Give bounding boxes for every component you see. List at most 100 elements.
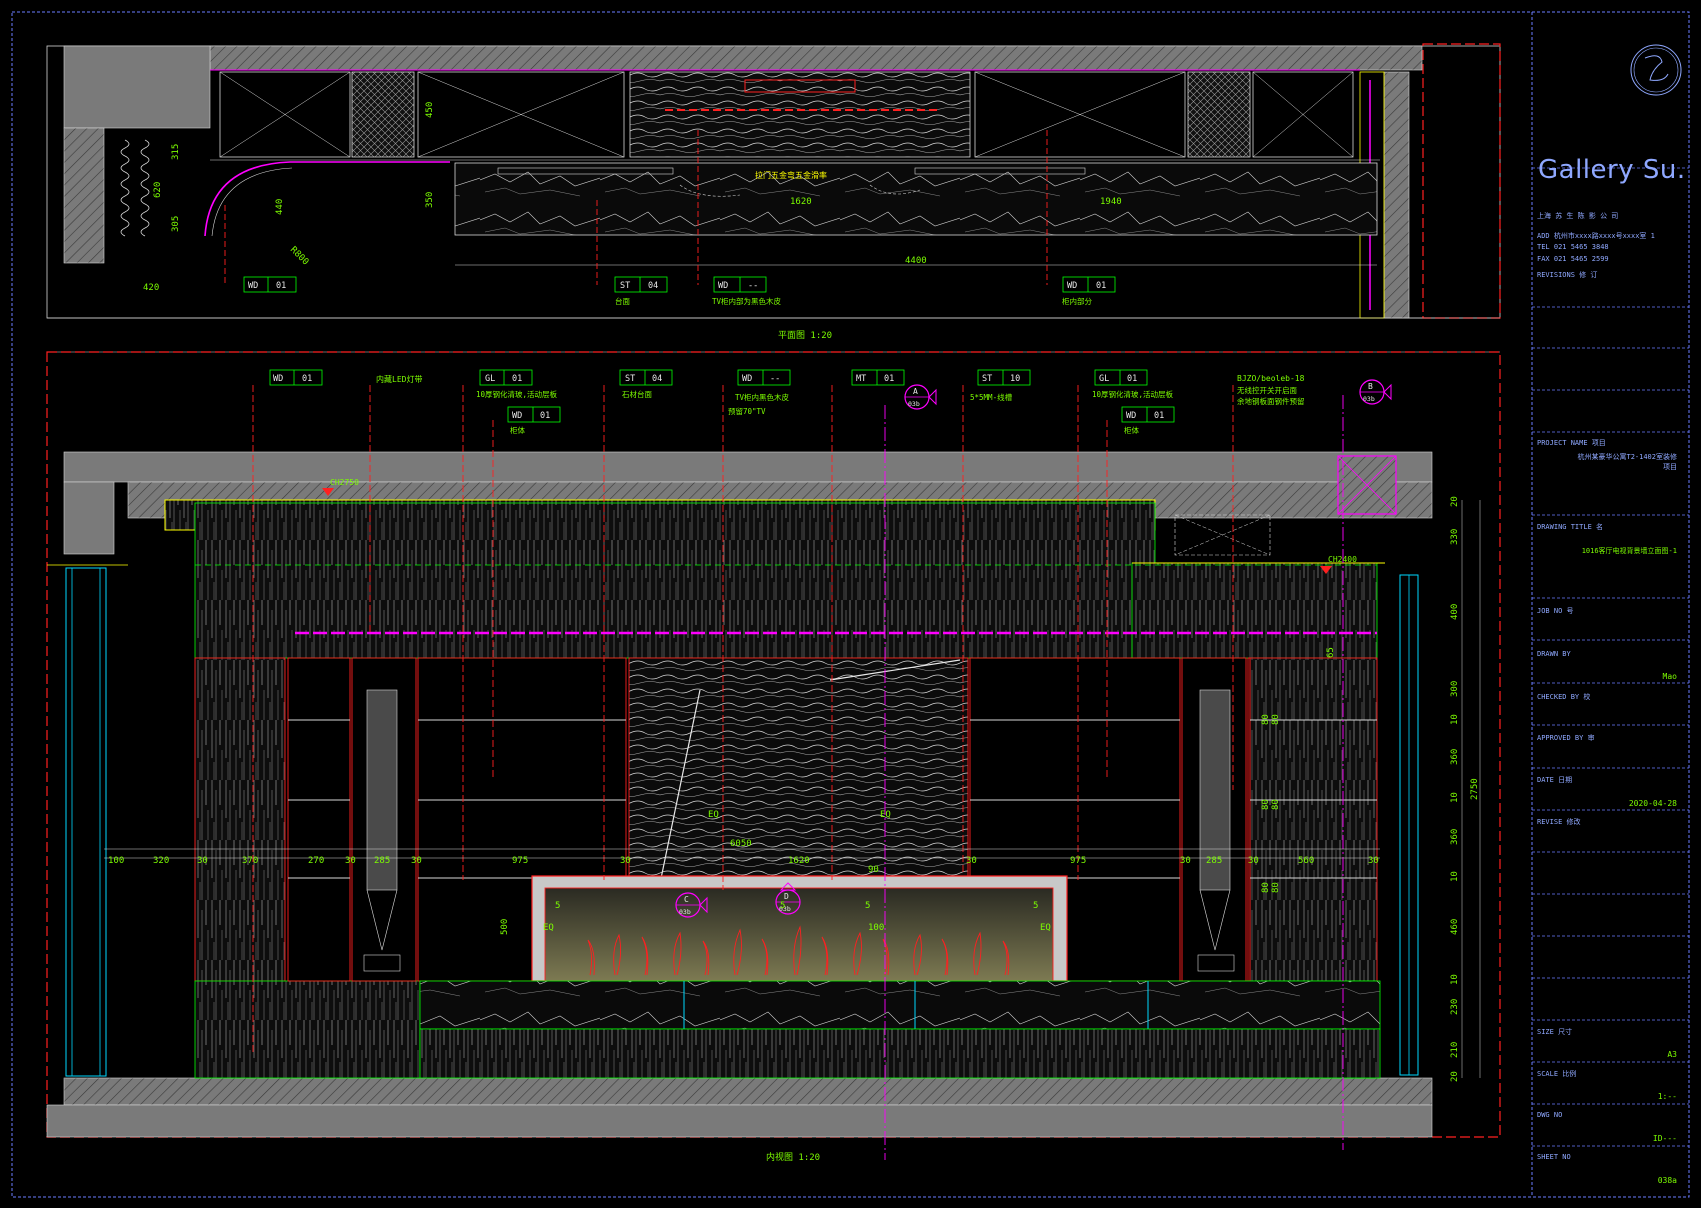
svg-text:ST: ST [982,374,992,384]
cad-drawing: 450 315 620 305 440 420 350 1620 1940 44… [11,11,1690,1198]
svg-text:WD: WD [273,374,283,384]
right-note-1: BJZO/beoleb-18 [1237,374,1305,383]
svg-text:30: 30 [1180,856,1191,866]
svg-text:01: 01 [1127,374,1137,384]
plan-top-note: 拉门五金弯五金滑率 [755,170,827,180]
svg-text:210: 210 [1450,1042,1460,1058]
svg-text:30: 30 [345,856,356,866]
project-name-value-1: 杭州某豪华公寓T2-1402室装修 [1577,453,1677,461]
svg-text:80: 80 [1271,799,1281,810]
svg-text:D: D [784,892,789,901]
plan-dim-420: 420 [143,283,159,293]
revisions-label: REVISIONS 修 订 [1537,271,1598,279]
elevation-view [46,351,1501,1160]
svg-text:10: 10 [1010,374,1020,384]
project-name-value-2: 项目 [1663,463,1677,471]
ch-top-label: CH2750 [330,478,359,487]
svg-text:04: 04 [652,374,662,384]
svg-text:285: 285 [374,856,390,866]
svg-text:975: 975 [1070,856,1086,866]
svg-text:80: 80 [1261,714,1271,725]
revise-label: REVISE 修改 [1537,818,1581,826]
svg-text:20: 20 [1450,1071,1460,1082]
svg-text:EQ: EQ [543,923,554,933]
svg-text:30: 30 [620,856,631,866]
svg-text:WD: WD [1126,411,1136,421]
right-note-2: 无线控开关开启面 [1237,385,1297,395]
svg-text:460: 460 [1450,919,1460,935]
plan-dim-315: 315 [171,144,181,160]
svg-text:EQ: EQ [708,810,719,820]
plan-dim-4400: 4400 [905,256,927,266]
svg-text:WD: WD [248,281,258,291]
svg-text:WD: WD [742,374,752,384]
svg-text:A: A [913,387,918,396]
svg-text:EQ: EQ [880,810,891,820]
svg-text:ST: ST [620,281,630,291]
svg-text:5: 5 [1033,901,1038,911]
svg-text:370: 370 [242,856,258,866]
svg-text:100: 100 [108,856,124,866]
svg-text:WD: WD [512,411,522,421]
elev-tag-2: GL 01 10厚钢化清玻,活动层板 [476,369,558,399]
size-value: A3 [1667,1050,1677,1059]
svg-text:--: -- [748,281,758,291]
svg-text:TV柜内黑色木皮: TV柜内黑色木皮 [735,392,790,402]
tel-line: TEL 021 5465 3848 [1537,243,1609,251]
svg-text:975: 975 [512,856,528,866]
svg-text:5: 5 [865,901,870,911]
svg-text:5: 5 [780,901,785,911]
plan-tag-3: WD -- TV柜内部为黑色木皮 [712,276,782,306]
svg-text:WD: WD [1067,281,1077,291]
svg-text:360: 360 [1450,829,1460,845]
svg-text:65: 65 [1326,647,1336,658]
tv-note-2: 预留70"TV [728,406,766,416]
elev-tag-7: ST 10 5*5MM-线槽 [970,369,1031,402]
svg-text:10: 10 [1450,714,1460,725]
sheet-no-value: 038a [1657,1176,1677,1185]
svg-text:03b: 03b [1363,395,1375,403]
svg-text:01: 01 [1154,411,1164,421]
overall-width-dim: 6050 [730,839,752,849]
elev-tag-3: WD 01 柜体 [507,406,561,435]
plan-dim-r800: R800 [288,245,310,267]
svg-text:20: 20 [1450,496,1460,507]
scale-value: 1:-- [1657,1092,1677,1101]
elev-tag-5: WD -- TV柜内黑色木皮 [735,369,791,402]
svg-text:ST: ST [625,374,635,384]
svg-text:30: 30 [411,856,422,866]
gallery-logo-icon [1630,44,1682,96]
plan-tag-4: WD 01 柜内部分 [1062,276,1116,306]
job-no-label: JOB NO 号 [1537,607,1574,615]
fax-line: FAX 021 5465 2599 [1537,255,1609,263]
svg-text:10厚钢化清玻,活动层板: 10厚钢化清玻,活动层板 [476,389,558,399]
elev-tag-8: GL 01 10厚钢化清玻,活动层板 [1092,369,1174,399]
svg-text:5*5MM-线槽: 5*5MM-线槽 [970,392,1013,402]
checked-by-label: CHECKED BY 校 [1537,693,1591,701]
svg-text:300: 300 [1450,681,1460,697]
svg-text:01: 01 [276,281,286,291]
svg-text:30: 30 [1368,856,1379,866]
svg-text:360: 360 [1450,749,1460,765]
plan-dim-305: 305 [171,216,181,232]
svg-text:B: B [1368,382,1373,391]
plan-dim-1940: 1940 [1100,197,1122,207]
svg-text:--: -- [770,374,780,384]
svg-text:GL: GL [1099,374,1109,384]
sheet-no-label: SHEET NO [1537,1153,1571,1161]
svg-text:10: 10 [1450,871,1460,882]
section-marker-a-icon: A 03b [904,384,937,410]
drawing-title-label: DRAWING TITLE 名 [1537,523,1604,531]
date-value: 2020-04-28 [1628,799,1677,808]
svg-text:柜内部分: 柜内部分 [1062,296,1092,306]
svg-text:320: 320 [153,856,169,866]
svg-text:100: 100 [868,923,884,933]
svg-text:WD: WD [718,281,728,291]
svg-text:400: 400 [1450,604,1460,620]
plan-caption: 平面图 1:20 [778,330,832,341]
section-marker-b-icon: B 03b [1359,379,1392,405]
right-note-3: 余地钢板面钢件预留 [1237,396,1305,406]
svg-text:04: 04 [648,281,658,291]
svg-text:03b: 03b [908,400,920,408]
address-line: ADD 杭州市xxxx路xxxx号xxxx室 1 [1537,232,1655,240]
